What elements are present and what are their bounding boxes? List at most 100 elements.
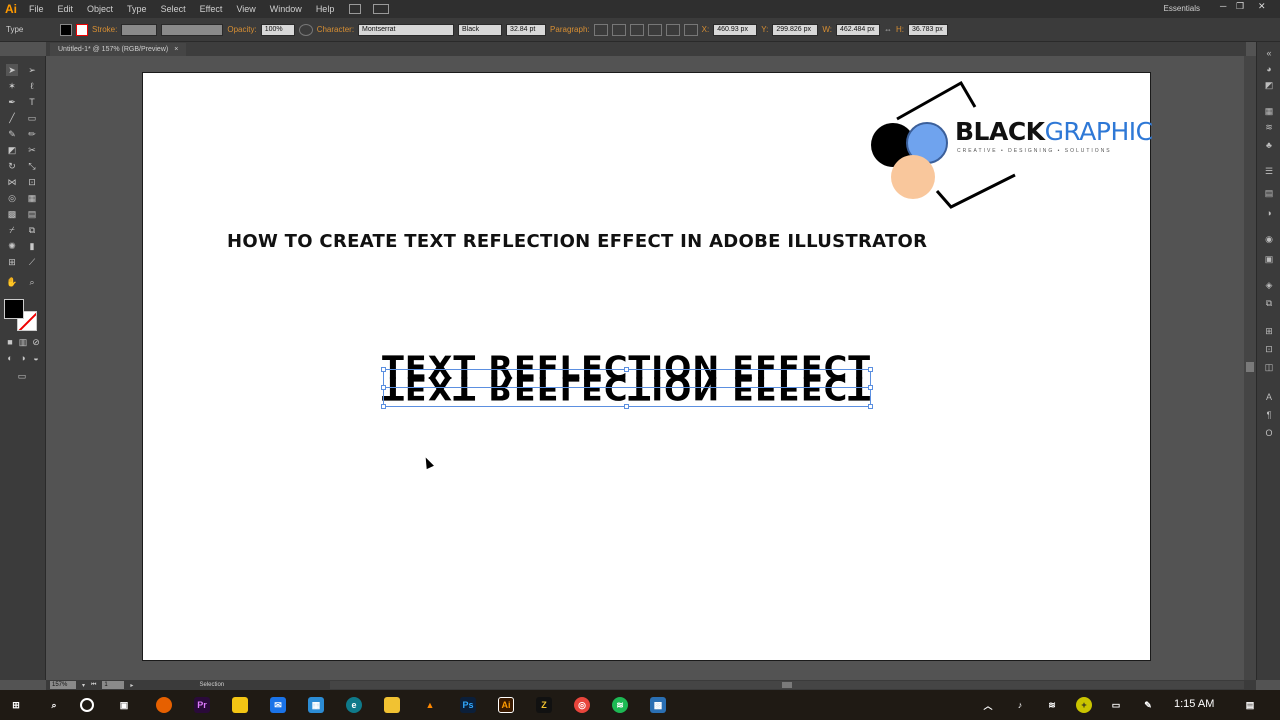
fill-color-box[interactable] xyxy=(4,299,24,319)
paragraph-label[interactable]: Paragraph: xyxy=(550,25,590,34)
handle-top-center[interactable] xyxy=(624,367,629,372)
selection-tool-icon[interactable]: ➤ xyxy=(6,64,18,76)
handle-bottom-center[interactable] xyxy=(624,404,629,409)
line-tool-icon[interactable]: ╱ xyxy=(6,112,18,124)
align-panel-icon[interactable]: ⊞ xyxy=(1263,326,1275,336)
show-hidden-icons-icon[interactable]: ︿ xyxy=(980,697,996,713)
free-transform-tool-icon[interactable]: ⊡ xyxy=(26,176,38,188)
horizontal-scroll-thumb[interactable] xyxy=(782,682,792,688)
opacity-field[interactable]: 100% xyxy=(260,23,295,36)
menu-object[interactable]: Object xyxy=(80,4,120,14)
photos-icon[interactable]: ▩ xyxy=(650,697,666,713)
workspace-switcher[interactable]: Essentials xyxy=(1164,4,1200,13)
character-panel-icon[interactable]: A xyxy=(1263,392,1275,402)
tutorial-headline[interactable]: HOW TO CREATE TEXT REFLECTION EFFECT IN … xyxy=(227,231,927,252)
x-field[interactable]: 460.93 px xyxy=(713,23,758,36)
handle-bottom-right[interactable] xyxy=(868,404,873,409)
opentype-panel-icon[interactable]: O xyxy=(1263,428,1275,438)
app-z-icon[interactable]: Z xyxy=(536,697,552,713)
horizontal-scrollbar[interactable] xyxy=(330,681,1244,689)
battery-icon[interactable]: ▭ xyxy=(1108,697,1124,713)
lasso-tool-icon[interactable]: ℓ xyxy=(26,80,38,92)
menu-file[interactable]: File xyxy=(22,4,51,14)
wifi-icon[interactable]: ≋ xyxy=(1044,697,1060,713)
stroke-swatch[interactable] xyxy=(76,23,88,36)
gradient-mode-icon[interactable]: ▥ xyxy=(17,336,29,348)
font-style-field[interactable]: Black xyxy=(458,23,503,36)
screen-mode-icon[interactable]: ▭ xyxy=(16,370,28,382)
brushes-panel-icon[interactable]: ≋ xyxy=(1263,122,1275,132)
menu-window[interactable]: Window xyxy=(263,4,309,14)
spotify-icon[interactable]: ≋ xyxy=(612,697,628,713)
recolor-icon[interactable] xyxy=(298,23,313,36)
appearance-panel-icon[interactable]: ◉ xyxy=(1263,234,1275,244)
chrome-icon[interactable]: ◎ xyxy=(574,697,590,713)
direct-selection-tool-icon[interactable]: ➢ xyxy=(26,64,38,76)
menu-select[interactable]: Select xyxy=(154,4,193,14)
artboard-number-field[interactable]: 1 xyxy=(102,681,125,689)
align-left-icon[interactable] xyxy=(593,23,608,36)
font-family-field[interactable]: Montserrat xyxy=(358,23,455,36)
status-tool-text[interactable]: Selection xyxy=(199,682,224,688)
pen-input-icon[interactable]: ✎ xyxy=(1140,697,1156,713)
variable-width-field[interactable] xyxy=(161,23,224,36)
close-icon[interactable]: ✕ xyxy=(1258,1,1266,12)
transform-icon[interactable] xyxy=(665,23,680,36)
zoom-tool-icon[interactable]: ⌕ xyxy=(26,276,38,288)
column-graph-tool-icon[interactable]: ▮ xyxy=(26,240,38,252)
handle-middle-left[interactable] xyxy=(381,385,386,390)
artboards-panel-icon[interactable]: ⧉ xyxy=(1263,298,1275,308)
tab-close-icon[interactable]: × xyxy=(174,46,178,53)
document-tab[interactable]: Untitled-1* @ 157% (RGB/Preview) × xyxy=(50,43,187,56)
windows-start-icon[interactable]: ⊞ xyxy=(8,697,24,713)
font-size-field[interactable]: 32.84 pt xyxy=(506,23,547,36)
draw-normal-icon[interactable]: ◐ xyxy=(4,352,16,364)
scale-tool-icon[interactable]: ⤡ xyxy=(26,160,38,172)
slice-tool-icon[interactable]: ⟋ xyxy=(26,256,38,268)
rectangle-tool-icon[interactable]: ▭ xyxy=(26,112,38,124)
menu-effect[interactable]: Effect xyxy=(193,4,230,14)
handle-middle-right[interactable] xyxy=(868,385,873,390)
magic-wand-tool-icon[interactable]: ✶ xyxy=(6,80,18,92)
update-icon[interactable]: + xyxy=(1076,697,1092,713)
transparency-panel-icon[interactable]: ◑ xyxy=(1263,208,1275,218)
edge-icon[interactable]: e xyxy=(346,697,362,713)
gradient-tool-icon[interactable]: ▤ xyxy=(26,208,38,220)
align-right-icon[interactable] xyxy=(629,23,644,36)
stroke-panel-icon[interactable]: ☰ xyxy=(1263,166,1275,176)
illustrator-icon[interactable]: Ai xyxy=(498,697,514,713)
handle-bottom-left[interactable] xyxy=(381,404,386,409)
premiere-icon[interactable]: Pr xyxy=(194,697,210,713)
vertical-scrollbar[interactable] xyxy=(1244,56,1256,680)
vlc-icon[interactable]: ▲ xyxy=(422,697,438,713)
reference-point-icon[interactable] xyxy=(683,23,698,36)
pencil-tool-icon[interactable]: ✏ xyxy=(26,128,38,140)
handle-top-left[interactable] xyxy=(381,367,386,372)
notifications-icon[interactable]: ▤ xyxy=(1242,697,1258,713)
stroke-label[interactable]: Stroke: xyxy=(92,25,117,34)
rotate-tool-icon[interactable]: ↻ xyxy=(6,160,18,172)
volume-icon[interactable]: ♪ xyxy=(1012,697,1028,713)
character-label[interactable]: Character: xyxy=(317,25,354,34)
store-icon[interactable]: ▦ xyxy=(308,697,324,713)
menu-help[interactable]: Help xyxy=(309,4,342,14)
y-field[interactable]: 299.826 px xyxy=(772,23,819,36)
layers-panel-icon[interactable]: ◈ xyxy=(1263,280,1275,290)
swatches-panel-icon[interactable]: ▦ xyxy=(1263,106,1275,116)
height-field[interactable]: 36.783 px xyxy=(907,23,948,36)
draw-behind-icon[interactable]: ◑ xyxy=(17,352,29,364)
task-view-icon[interactable]: ▣ xyxy=(116,697,132,713)
hand-tool-icon[interactable]: ✋ xyxy=(6,276,18,288)
align-objects-icon[interactable] xyxy=(647,23,662,36)
opacity-label[interactable]: Opacity: xyxy=(227,25,256,34)
scissors-tool-icon[interactable]: ✂ xyxy=(26,144,38,156)
cortana-icon[interactable] xyxy=(80,698,94,712)
artboard[interactable]: BLACKGRAPHIC CREATIVE • DESIGNING • SOLU… xyxy=(142,72,1153,661)
draw-inside-icon[interactable]: ◒ xyxy=(30,352,42,364)
vertical-scroll-thumb[interactable] xyxy=(1246,362,1254,372)
bridge-icon[interactable] xyxy=(349,4,362,14)
blend-tool-icon[interactable]: ⧉ xyxy=(26,224,38,236)
menu-type[interactable]: Type xyxy=(120,4,154,14)
stroke-weight-field[interactable] xyxy=(121,23,158,36)
pen-tool-icon[interactable]: ✒ xyxy=(6,96,18,108)
